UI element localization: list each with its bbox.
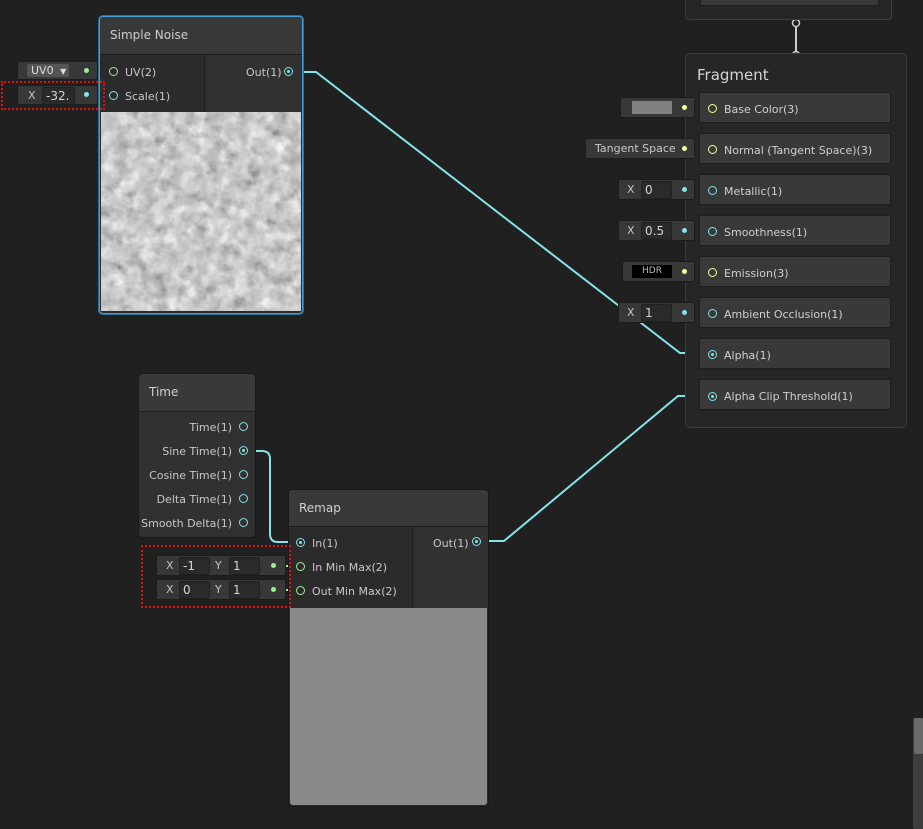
smoothness-port-icon[interactable] <box>708 227 717 236</box>
remap-in-min-max-port-icon[interactable] <box>296 562 305 571</box>
scrollbar-thumb[interactable] <box>914 718 923 754</box>
base-color-swatch[interactable] <box>632 101 672 114</box>
uv-input-label: UV(2) <box>125 66 157 79</box>
chevron-down-icon: ▼ <box>60 67 67 76</box>
cosine-time-label: Cosine Time(1) <box>149 469 232 482</box>
remap-in-label: In(1) <box>312 537 338 550</box>
remap-in-min-max-label: In Min Max(2) <box>312 561 388 574</box>
scale-input-port-icon[interactable] <box>109 91 118 100</box>
cosine-time-port-icon[interactable] <box>239 470 248 479</box>
simple-noise-preview <box>101 112 301 311</box>
wire-remap-to-alphaclip <box>478 395 712 542</box>
smoothness-field[interactable]: 0.5 <box>641 222 672 240</box>
base-color-label: Base Color(3) <box>724 103 799 116</box>
alpha-port-icon[interactable] <box>708 350 717 359</box>
remap-in-port-icon[interactable] <box>296 538 305 547</box>
noise-output-port-icon[interactable] <box>284 67 293 76</box>
remap-preview <box>290 608 487 805</box>
normal-space-dropdown[interactable]: Tangent Space <box>585 138 695 159</box>
metallic-dot <box>682 187 687 192</box>
ambient-occlusion-port-icon[interactable] <box>708 309 717 318</box>
ao-axis: X <box>627 306 635 319</box>
emission-label: Emission(3) <box>724 267 789 280</box>
base-color-dot <box>682 105 687 110</box>
block-connector-top <box>791 18 801 28</box>
vertical-scrollbar[interactable] <box>913 718 923 829</box>
normal-space-value: Tangent Space <box>595 142 676 155</box>
alpha-clip-port-icon[interactable] <box>708 392 717 401</box>
vertex-block-last-slot <box>700 0 879 6</box>
normal-dot <box>682 146 687 151</box>
ao-dot <box>682 310 687 315</box>
simple-noise-node[interactable]: Simple Noise <box>99 16 303 314</box>
smooth-delta-port-icon[interactable] <box>239 518 248 527</box>
ao-field[interactable]: 1 <box>641 304 672 322</box>
time-title: Time <box>139 374 255 412</box>
remap-out-min-max-label: Out Min Max(2) <box>312 585 397 598</box>
vertex-block[interactable] <box>685 0 892 20</box>
scale-input-label: Scale(1) <box>125 90 171 103</box>
remap-output-label: Out(1) <box>433 537 469 550</box>
sine-time-port-icon[interactable] <box>239 446 248 455</box>
time-output-label: Time(1) <box>189 421 232 434</box>
simple-noise-title: Simple Noise <box>100 17 302 55</box>
highlight-box-remap-ranges <box>141 545 291 608</box>
normal-label: Normal (Tangent Space)(3) <box>724 144 873 157</box>
metallic-port-icon[interactable] <box>708 186 717 195</box>
alpha-clip-label: Alpha Clip Threshold(1) <box>724 390 853 403</box>
remap-title: Remap <box>289 490 488 527</box>
metallic-label: Metallic(1) <box>724 185 783 198</box>
highlight-box-scale <box>1 81 105 110</box>
normal-port-icon[interactable] <box>708 145 717 154</box>
metallic-axis: X <box>627 183 635 196</box>
emission-port-icon[interactable] <box>708 268 717 277</box>
noise-output-label: Out(1) <box>246 66 282 79</box>
simple-noise-input-column <box>100 55 205 112</box>
sine-time-label: Sine Time(1) <box>162 445 232 458</box>
remap-output-port-icon[interactable] <box>472 537 481 546</box>
metallic-field[interactable]: 0 <box>641 181 672 199</box>
emission-dot <box>682 269 687 274</box>
smoothness-label: Smoothness(1) <box>724 226 808 239</box>
smoothness-dot <box>682 228 687 233</box>
uv-input-port-icon[interactable] <box>109 67 118 76</box>
remap-out-min-max-port-icon[interactable] <box>296 586 305 595</box>
base-color-port-icon[interactable] <box>708 104 717 113</box>
delta-time-port-icon[interactable] <box>239 494 248 503</box>
noise-preview-image <box>101 112 301 311</box>
time-output-port-icon[interactable] <box>239 422 248 431</box>
ambient-occlusion-label: Ambient Occlusion(1) <box>724 308 843 321</box>
uv-dropdown-value: UV0 <box>31 64 54 77</box>
smooth-delta-label: Smooth Delta(1) <box>141 517 232 530</box>
smoothness-axis: X <box>627 224 635 237</box>
delta-time-label: Delta Time(1) <box>156 493 232 506</box>
emission-hdr-swatch[interactable]: HDR <box>632 265 672 278</box>
simple-noise-output-column <box>205 55 302 112</box>
uv-dropdown[interactable]: UV0 ▼ <box>27 64 69 77</box>
alpha-label: Alpha(1) <box>724 349 771 362</box>
fragment-title: Fragment <box>697 66 769 84</box>
uv-dot <box>84 68 89 73</box>
